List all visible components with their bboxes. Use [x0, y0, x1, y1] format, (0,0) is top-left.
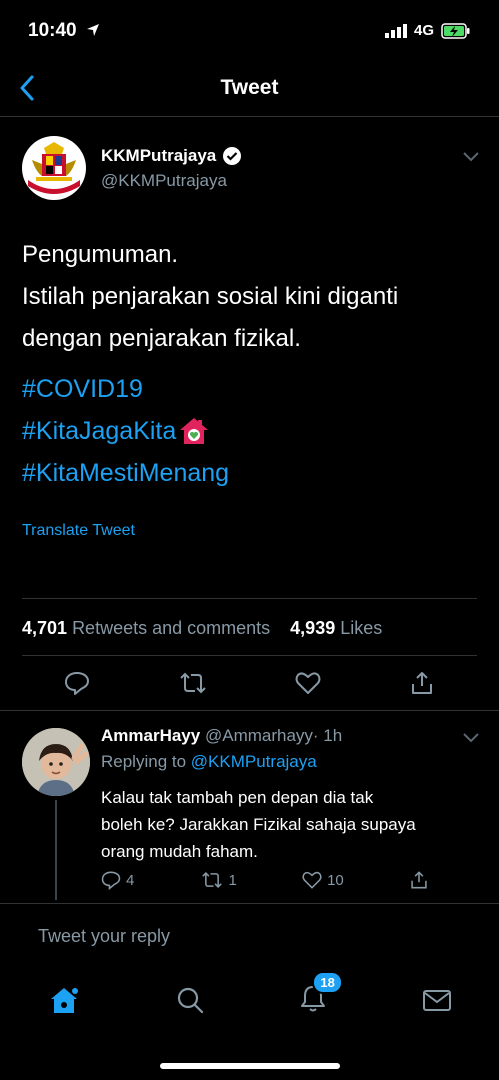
home-icon[interactable]: [47, 985, 81, 1015]
chevron-down-icon[interactable]: [461, 150, 481, 164]
reply-text: Kalau tak tambah pen depan dia tak boleh…: [101, 784, 461, 865]
share-icon: [411, 871, 427, 889]
retweet-icon[interactable]: [177, 670, 209, 696]
like-icon[interactable]: [294, 670, 322, 696]
page-title: Tweet: [220, 76, 279, 99]
reply-time: · 1h: [312, 726, 343, 745]
author-avatar[interactable]: [22, 136, 86, 200]
replying-to-link[interactable]: @KKMPutrajaya: [191, 752, 317, 771]
reply-share-button[interactable]: [408, 870, 430, 890]
reply-author-name[interactable]: AmmarHayy: [101, 726, 200, 745]
tweet-line: dengan penjarakan fizikal.: [22, 325, 301, 352]
hashtag-link[interactable]: #COVID19: [22, 368, 229, 410]
reply-replies-count: 4: [126, 871, 135, 889]
nav-bar: Tweet: [0, 62, 499, 117]
hashtag-link[interactable]: #KitaJagaKita: [22, 410, 176, 452]
reply-line: Kalau tak tambah pen depan dia tak: [101, 788, 374, 807]
thread-line: [55, 800, 57, 900]
home-indicator: [160, 1063, 340, 1069]
status-time: 10:40: [28, 20, 100, 42]
hashtag-link[interactable]: #KitaMestiMenang: [22, 452, 229, 494]
divider: [0, 903, 499, 904]
reply-retweets-count: 1: [228, 871, 237, 889]
tweet-stats: 4,701 Retweets and comments 4,939 Likes: [22, 618, 382, 639]
signal-icon: [384, 23, 407, 38]
share-icon[interactable]: [408, 670, 436, 696]
divider: [22, 598, 477, 599]
verified-badge-icon: [223, 147, 242, 165]
location-arrow-icon: [86, 24, 99, 36]
notifications-tab[interactable]: 18: [298, 970, 343, 1018]
chevron-down-icon[interactable]: [461, 731, 481, 745]
tweet-actions: [0, 658, 499, 708]
reply-line: orang mudah faham.: [101, 842, 258, 861]
reply-like-button[interactable]: 10: [301, 870, 344, 890]
retweets-label[interactable]: Retweets and comments: [72, 618, 270, 638]
author-name: KKMPutrajaya: [101, 146, 217, 165]
reply-author-handle[interactable]: @Ammarhayy: [205, 726, 313, 745]
tweet-line: Istilah penjarakan sosial kini diganti: [22, 283, 399, 310]
reply-line: boleh ke? Jarakkan Fizikal sahaja supaya: [101, 815, 416, 834]
house-emoji-icon: [180, 418, 209, 444]
divider: [22, 655, 477, 656]
reply-icon[interactable]: [63, 670, 91, 696]
translate-tweet-link[interactable]: Translate Tweet: [22, 522, 135, 540]
reply-actions: 4 1 10: [100, 870, 430, 890]
likes-count[interactable]: 4,939: [290, 618, 335, 638]
reply-avatar[interactable]: [22, 728, 90, 796]
tweet-line: Pengumuman.: [22, 241, 179, 268]
battery-icon: [441, 22, 470, 39]
reply-icon: [101, 871, 121, 890]
reply-compose-input[interactable]: Tweet your reply: [38, 926, 170, 947]
author-name-row[interactable]: KKMPutrajaya: [101, 146, 242, 166]
network-label: 4G: [413, 22, 434, 39]
retweet-icon: [201, 871, 222, 889]
reply-likes-count: 10: [327, 871, 344, 889]
likes-label[interactable]: Likes: [340, 618, 382, 638]
child-photo-icon: [22, 728, 90, 796]
status-indicators: 4G: [384, 22, 471, 39]
tweet-text: Pengumuman. Istilah penjarakan sosial ki…: [22, 234, 398, 360]
ministry-crest-icon: [23, 137, 85, 199]
reply-retweet-button[interactable]: 1: [199, 870, 237, 890]
replying-to: Replying to @KKMPutrajaya: [101, 752, 317, 772]
clock-text: 10:40: [28, 20, 77, 41]
author-handle: @KKMPutrajaya: [101, 171, 227, 190]
retweets-count[interactable]: 4,701: [22, 618, 67, 638]
like-icon: [302, 871, 322, 889]
tweet-hashtags: #COVID19 #KitaJagaKita #KitaMestiMenang: [22, 368, 229, 494]
reply-reply-button[interactable]: 4: [100, 870, 134, 890]
tab-bar: 18: [0, 970, 499, 1030]
search-icon[interactable]: [175, 985, 205, 1015]
reply-header: AmmarHayy @Ammarhayy· 1h: [101, 726, 342, 746]
replying-prefix: Replying to: [101, 752, 187, 771]
divider: [0, 710, 499, 711]
notifications-badge: 18: [312, 970, 343, 994]
mail-icon[interactable]: [422, 987, 452, 1013]
